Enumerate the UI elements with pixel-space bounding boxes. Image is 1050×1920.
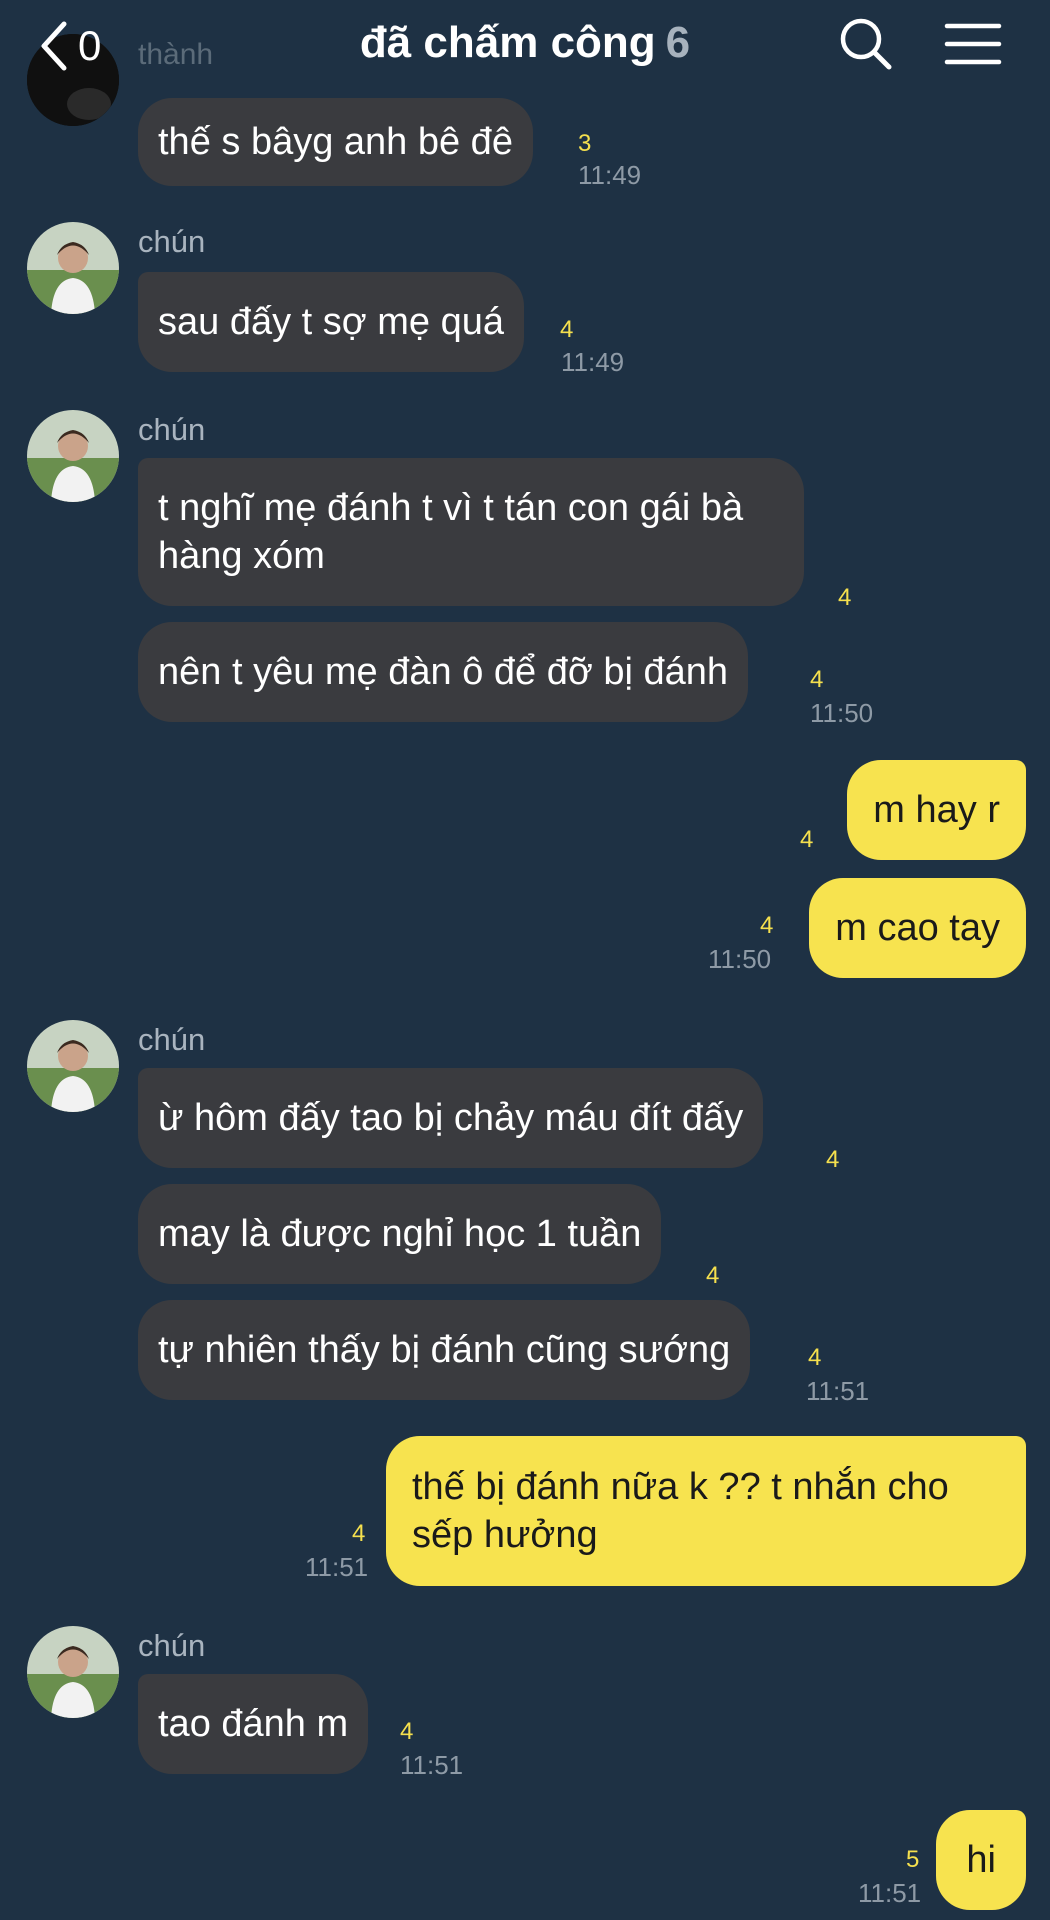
sender-name: chún (138, 1628, 206, 1663)
message-bubble[interactable]: nên t yêu mẹ đàn ô để đỡ bị đánh (138, 622, 748, 722)
message-text: tao đánh m (158, 1703, 349, 1745)
message-bubble[interactable]: thế bị đánh nữa k ?? t nhắn cho sếp hưởn… (386, 1436, 1026, 1586)
message-bubble[interactable]: thế s bâyg anh bê đê (138, 98, 533, 186)
message-text: m hay r (873, 789, 1000, 831)
message-time: 11:49 (561, 347, 625, 377)
chat-screen: thành thế s bâyg anh bê đê 3 11:49 chún … (0, 0, 1050, 1920)
message-bubble[interactable]: may là được nghỉ học 1 tuần (138, 1184, 662, 1284)
unread-count: 4 (800, 826, 814, 853)
unread-count: 4 (808, 1344, 822, 1371)
unread-count: 4 (838, 584, 852, 611)
message-text: hi (966, 1839, 996, 1881)
back-button[interactable]: 0 (38, 14, 101, 78)
chat-header: 0 đã chấm công 6 (0, 0, 1050, 92)
member-count: 6 (665, 18, 691, 67)
chat-title-text: đã chấm công (359, 18, 656, 67)
message-time: 11:51 (400, 1750, 464, 1780)
avatar-chun[interactable] (27, 222, 119, 314)
message-text: thế bị đánh nữa k ?? t nhắn cho sếp hưởn… (412, 1466, 949, 1556)
message-time: 11:51 (858, 1878, 922, 1908)
message-bubble[interactable]: t nghĩ mẹ đánh t vì t tán con gái bà hàn… (138, 458, 804, 606)
avatar-chun[interactable] (27, 1626, 119, 1718)
message-time: 11:50 (708, 944, 772, 974)
message-text: sau đấy t sợ mẹ quá (158, 301, 504, 343)
hamburger-menu-icon (944, 23, 1002, 65)
message-time: 11:51 (806, 1376, 870, 1406)
message-text: m cao tay (835, 907, 1000, 949)
message-bubble[interactable]: m hay r (847, 760, 1026, 860)
unread-chats-count: 0 (78, 22, 102, 69)
unread-count: 5 (906, 1846, 920, 1873)
avatar-chun[interactable] (27, 410, 119, 502)
message-text: tự nhiên thấy bị đánh cũng sướng (158, 1329, 731, 1371)
message-text: t nghĩ mẹ đánh t vì t tán con gái bà hàn… (158, 487, 744, 577)
message-time: 11:50 (810, 698, 874, 728)
message-bubble[interactable]: tao đánh m (138, 1674, 369, 1774)
unread-count: 4 (560, 316, 574, 343)
unread-count: 4 (400, 1718, 414, 1745)
message-text: thế s bâyg anh bê đê (158, 121, 513, 163)
message-text: ừ hôm đấy tao bị chảy máu đít đấy (158, 1097, 744, 1139)
unread-count: 4 (810, 666, 824, 693)
message-time: 11:49 (578, 160, 642, 190)
menu-button[interactable] (944, 20, 1002, 68)
message-time: 11:51 (305, 1552, 369, 1582)
avatar-chun[interactable] (27, 1020, 119, 1112)
message-text: nên t yêu mẹ đàn ô để đỡ bị đánh (158, 651, 728, 693)
message-text: may là được nghỉ học 1 tuần (158, 1213, 642, 1255)
unread-count: 4 (706, 1262, 720, 1289)
message-bubble[interactable]: sau đấy t sợ mẹ quá (138, 272, 524, 372)
sender-name: chún (138, 412, 206, 447)
search-icon (840, 18, 892, 70)
unread-count: 3 (578, 130, 592, 157)
unread-count: 4 (826, 1146, 840, 1173)
sender-name: chún (138, 224, 206, 259)
message-bubble[interactable]: tự nhiên thấy bị đánh cũng sướng (138, 1300, 751, 1400)
unread-count: 4 (352, 1520, 366, 1547)
message-bubble[interactable]: hi (936, 1810, 1026, 1910)
message-bubble[interactable]: ừ hôm đấy tao bị chảy máu đít đấy (138, 1068, 764, 1168)
sender-name: chún (138, 1022, 206, 1057)
message-bubble[interactable]: m cao tay (809, 878, 1026, 978)
search-button[interactable] (838, 16, 894, 72)
chevron-left-icon (41, 21, 67, 71)
unread-count: 4 (760, 912, 774, 939)
